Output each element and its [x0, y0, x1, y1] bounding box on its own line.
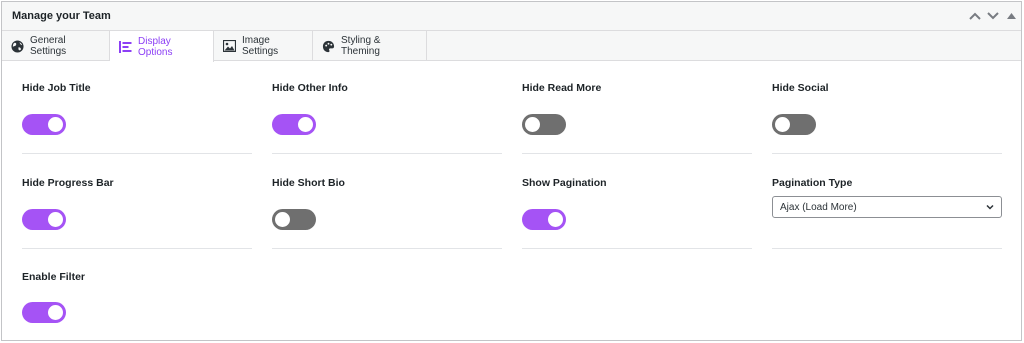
settings-tabs: General Settings Display Options Image S… [2, 31, 1021, 62]
toggle-knob [775, 117, 790, 132]
option-label: Hide Social [772, 82, 829, 94]
option-label: Show Pagination [522, 177, 607, 189]
option-label: Hide Other Info [272, 82, 348, 94]
manage-team-panel: Manage your Team General Settings Displa… [1, 1, 1022, 341]
option-hide-progress-bar: Hide Progress Bar [22, 177, 252, 249]
divider [772, 248, 1002, 249]
toggle-knob [298, 117, 313, 132]
hide-read-more-toggle[interactable] [522, 114, 566, 135]
option-enable-filter: Enable Filter [22, 271, 252, 331]
divider [272, 153, 502, 154]
display-options-content: Hide Job Title Hide Other Info Hide Read… [2, 62, 1021, 342]
chevron-down-icon[interactable] [983, 6, 1003, 26]
divider [522, 153, 752, 154]
divider [522, 248, 752, 249]
tab-image-settings[interactable]: Image Settings [214, 31, 313, 61]
toggle-knob [525, 117, 540, 132]
option-hide-social: Hide Social [772, 82, 1002, 154]
hide-short-bio-toggle[interactable] [272, 209, 316, 230]
display-options-icon [119, 40, 132, 53]
tab-label: Styling & Theming [341, 35, 381, 57]
toggle-knob [548, 212, 563, 227]
option-hide-read-more: Hide Read More [522, 82, 752, 154]
option-show-pagination: Show Pagination [522, 177, 752, 249]
enable-filter-toggle[interactable] [22, 302, 66, 323]
option-label: Pagination Type [772, 177, 853, 189]
image-icon [223, 40, 236, 52]
toggle-knob [48, 117, 63, 132]
triangle-up-icon[interactable] [1001, 6, 1021, 26]
option-label: Hide Job Title [22, 82, 91, 94]
option-hide-short-bio: Hide Short Bio [272, 177, 502, 249]
hide-progress-bar-toggle[interactable] [22, 209, 66, 230]
hide-social-toggle[interactable] [772, 114, 816, 135]
panel-header: Manage your Team [2, 2, 1021, 31]
hide-other-info-toggle[interactable] [272, 114, 316, 135]
divider [22, 248, 252, 249]
panel-title: Manage your Team [12, 10, 111, 22]
option-hide-job-title: Hide Job Title [22, 82, 252, 154]
tab-label: Image Settings [242, 35, 279, 57]
toggle-knob [48, 305, 63, 320]
option-label: Hide Short Bio [272, 177, 345, 189]
show-pagination-toggle[interactable] [522, 209, 566, 230]
option-label: Enable Filter [22, 271, 86, 283]
tab-label: General Settings [30, 35, 67, 57]
option-hide-other-info: Hide Other Info [272, 82, 502, 154]
divider [272, 248, 502, 249]
tab-styling-theming[interactable]: Styling & Theming [313, 31, 427, 61]
tab-general-settings[interactable]: General Settings [2, 31, 110, 61]
toggle-knob [48, 212, 63, 227]
palette-icon [322, 40, 335, 53]
tab-display-options[interactable]: Display Options [110, 31, 214, 62]
chevron-down-icon [985, 202, 995, 215]
option-label: Hide Progress Bar [22, 177, 114, 189]
divider [22, 153, 252, 154]
divider [772, 153, 1002, 154]
chevron-up-icon[interactable] [965, 6, 985, 26]
globe-icon [11, 39, 24, 53]
option-label: Hide Read More [522, 82, 602, 94]
tab-label: Display Options [138, 35, 173, 58]
hide-job-title-toggle[interactable] [22, 114, 66, 135]
select-value: Ajax (Load More) [780, 202, 857, 213]
toggle-knob [275, 212, 290, 227]
pagination-type-select[interactable]: Ajax (Load More) [772, 196, 1002, 218]
option-pagination-type: Pagination Type Ajax (Load More) [772, 177, 1002, 249]
